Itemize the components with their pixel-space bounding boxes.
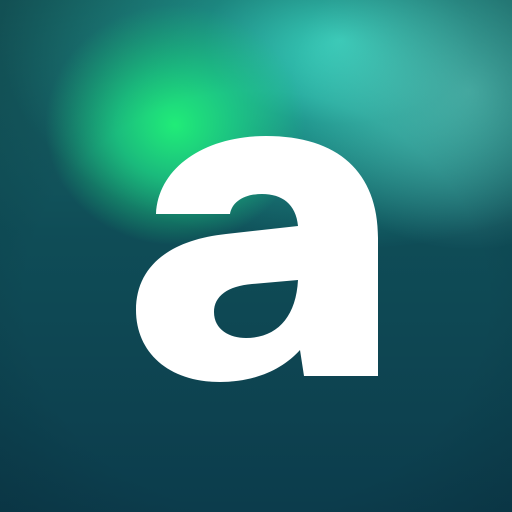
- letter-a-shape: [136, 136, 378, 382]
- lowercase-a-logo-icon: [136, 136, 378, 382]
- app-icon-tile: [0, 0, 512, 512]
